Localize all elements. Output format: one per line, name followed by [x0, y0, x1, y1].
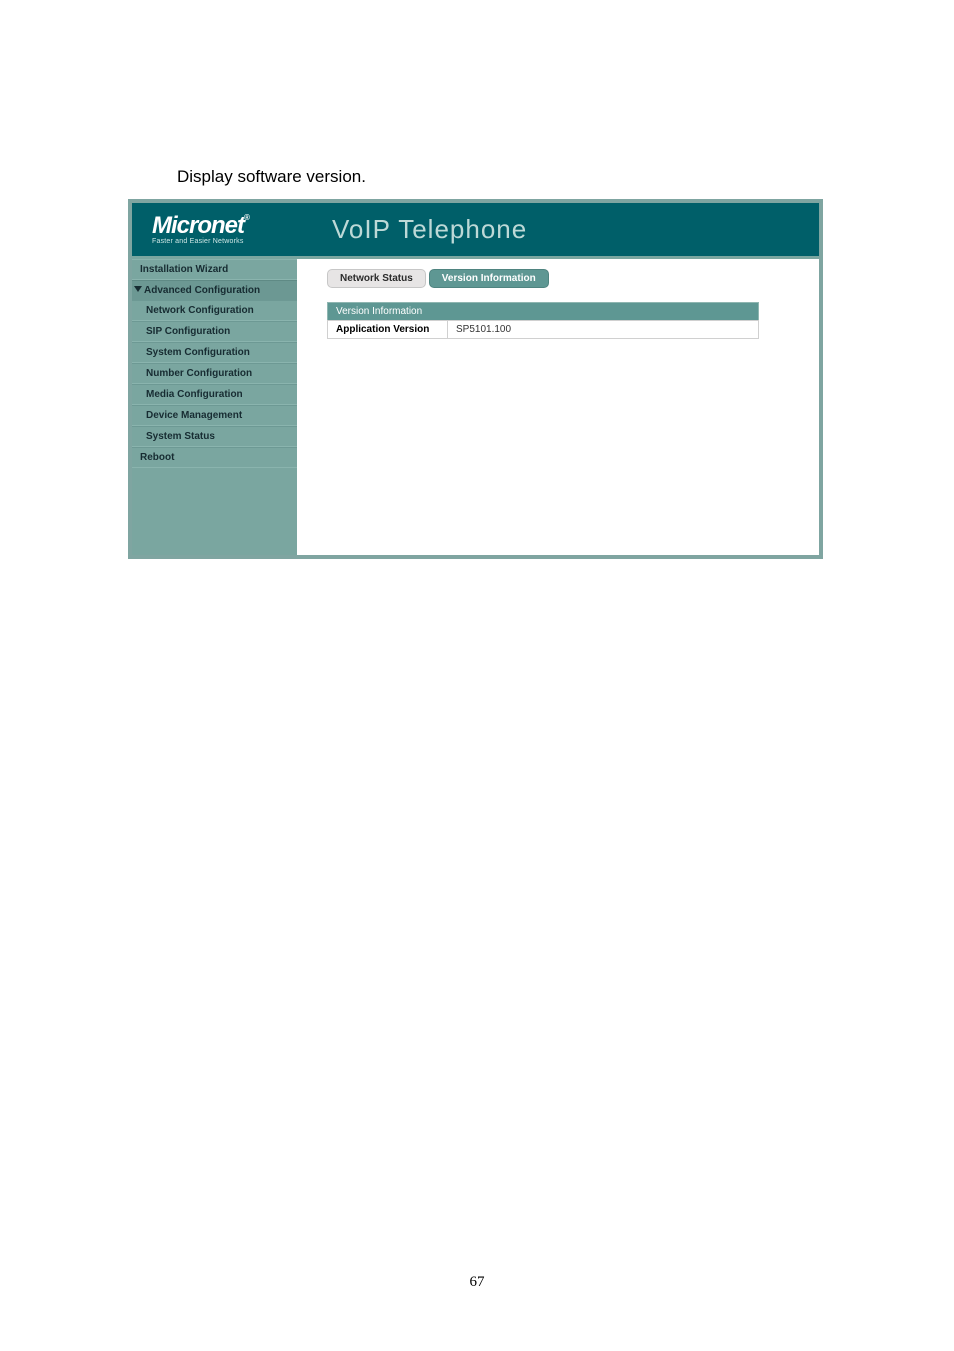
brand-logo: Micronet® Faster and Easier Networks — [132, 214, 297, 245]
page-caption: Display software version. — [177, 167, 366, 187]
sidebar-item-system-config[interactable]: System Configuration — [132, 342, 297, 363]
app-window: Micronet® Faster and Easier Networks VoI… — [128, 199, 823, 559]
info-row-app-version: Application Version SP5101.100 — [327, 320, 759, 339]
sidebar-item-reboot[interactable]: Reboot — [132, 447, 297, 468]
tab-bar: Network Status Version Information — [327, 269, 801, 288]
tab-version-information[interactable]: Version Information — [429, 269, 549, 288]
app-version-label: Application Version — [328, 321, 448, 338]
header: Micronet® Faster and Easier Networks VoI… — [132, 203, 819, 256]
sidebar-section-advanced[interactable]: Advanced Configuration — [132, 280, 297, 300]
sidebar-item-installation-wizard[interactable]: Installation Wizard — [132, 259, 297, 280]
sidebar: Installation Wizard Advanced Configurati… — [132, 256, 297, 555]
sidebar-item-media-config[interactable]: Media Configuration — [132, 384, 297, 405]
sidebar-item-system-status[interactable]: System Status — [132, 426, 297, 447]
panel-header: Version Information — [327, 302, 759, 320]
main-content: Network Status Version Information Versi… — [297, 256, 819, 555]
sidebar-item-device-mgmt[interactable]: Device Management — [132, 405, 297, 426]
sidebar-item-network-config[interactable]: Network Configuration — [132, 300, 297, 321]
logo-tagline: Faster and Easier Networks — [152, 238, 297, 245]
page-number: 67 — [0, 1274, 954, 1291]
sidebar-item-sip-config[interactable]: SIP Configuration — [132, 321, 297, 342]
body: Installation Wizard Advanced Configurati… — [132, 256, 819, 555]
sidebar-item-number-config[interactable]: Number Configuration — [132, 363, 297, 384]
app-version-value: SP5101.100 — [448, 321, 758, 338]
logo-main-text: Micronet® — [152, 214, 297, 238]
triangle-down-icon — [134, 286, 142, 292]
tab-network-status[interactable]: Network Status — [327, 269, 426, 288]
page-title: VoIP Telephone — [332, 214, 527, 245]
